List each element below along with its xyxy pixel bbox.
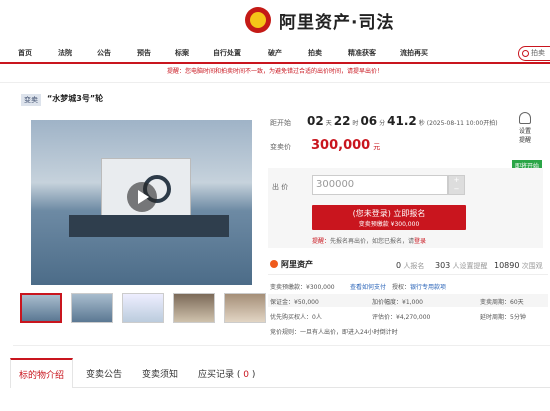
item-title: “水梦城3号”轮 [47,94,104,103]
thumbnail-3[interactable] [122,293,164,323]
item-main-image[interactable] [31,120,252,285]
bell-icon [519,112,531,124]
countdown-label: 距开始 [270,119,291,127]
nav-previews[interactable]: 预告 [137,48,151,58]
thumbnail-1[interactable] [20,293,62,323]
nav-precise-leads[interactable]: 精准获客 [348,48,376,58]
proxy-label: 授权： [392,284,411,291]
set-reminder-button[interactable]: 设置 提醒 [510,112,540,144]
main-nav: 首页 法院 公告 预告 标案 自行处置 破产 拍卖 精准获客 流拍再买 [0,44,550,64]
deposit-info: 变卖预缴款：¥300,000 [270,284,335,291]
boat-hull [69,215,229,237]
bank-link[interactable]: 银行专用款项 [410,282,446,291]
countdown: 距开始 02 天 22 时 06 分 41.2 秒 (2025-08-11 10… [270,114,498,132]
price-label: 变卖价 [270,143,291,151]
tab-item-intro[interactable]: 标的物介绍 [10,358,74,388]
countdown-seconds: 41.2 [387,114,417,128]
divider [0,82,550,83]
time-mismatch-notice: 提醒：您电脑时间和拍卖时间不一致，为避免错过合适的出价时间，请提早出价！ [166,68,383,75]
seller-bar: 阿里资产 0 人报名 303 人设置提醒 10890 次围观 [268,256,548,275]
margin-info: 保证金：¥50,000 [270,299,319,306]
reminder-label-2: 提醒 [518,137,531,144]
countdown-seconds-unit: 秒 [418,120,425,127]
bid-increase-button[interactable]: + [449,176,464,185]
thumbnail-5[interactable] [224,293,266,323]
nav-courts[interactable]: 法院 [58,48,72,58]
bid-label: 出 价 [272,183,289,191]
rule-info: 竞价规则：一旦有人出价，即进入24小时倒计时 [270,329,398,336]
sale-type-tag: 变卖 [21,94,41,106]
price-unit: 元 [373,143,381,151]
login-tip: 提醒：先报名再出价，如您已报名，请登录 [312,236,426,245]
brand-logo[interactable]: 阿里资产·司法 [245,3,394,37]
countdown-hours: 22 [333,114,351,128]
nav-cases[interactable]: 标案 [175,48,189,58]
nav-home[interactable]: 首页 [18,48,32,58]
tip-prefix: 提醒： [312,238,331,245]
priority-info: 优先购买权人：0人 [270,314,322,321]
seller-name[interactable]: 阿里资产 [270,259,313,270]
thumbnail-4[interactable] [173,293,215,323]
bid-decrease-button[interactable]: − [449,185,464,194]
search-input[interactable]: 拍卖 [518,46,550,61]
views-stat: 10890 次围观 [494,261,543,270]
tab-sale-notice[interactable]: 变卖公告 [86,367,122,380]
nav-relist[interactable]: 流拍再买 [400,48,428,58]
tab-bid-records[interactable]: 应买记录 ( 0 ) [198,367,255,380]
tip-text: 先报名再出价，如您已报名，请 [330,238,415,245]
register-deposit-label: 变卖预缴款 ¥300,000 [358,221,420,228]
thumbnail-strip [20,293,266,325]
brand-name: 阿里资产·司法 [279,12,395,33]
delay-info: 延时周期：5分钟 [480,314,526,321]
nav-self-disposal[interactable]: 自行处置 [213,48,241,58]
assess-info: 评估价：¥4,270,000 [372,314,431,321]
section-divider [13,345,550,346]
reminders-stat: 303 人设置提醒 [435,261,488,270]
reminder-label-1: 设置 [518,128,531,135]
countdown-hours-unit: 时 [352,120,359,127]
auction-start-date: (2025-08-11 10:00开拍) [426,120,498,127]
increment-info: 加价幅度：¥1,000 [372,299,423,306]
nav-notices[interactable]: 公告 [97,48,111,58]
countdown-days-unit: 天 [325,120,332,127]
register-button[interactable]: (您未登录) 立即报名 变卖预缴款 ¥300,000 [312,205,466,230]
login-link[interactable]: 登录 [414,238,426,245]
countdown-minutes-unit: 分 [379,120,386,127]
tab-sale-terms[interactable]: 变卖须知 [142,367,178,380]
bid-stepper: + − [448,175,465,195]
nav-bankruptcy[interactable]: 破产 [268,48,282,58]
detail-tabs: 标的物介绍 变卖公告 变卖须知 应买记录 ( 0 ) [10,358,550,388]
countdown-days: 02 [307,114,324,128]
register-button-label: (您未登录) 立即报名 [352,209,426,218]
price-block: 变卖价 300,000 元 [270,138,380,153]
pay-howto-link[interactable]: 查看如何支付 [350,282,386,291]
court-emblem-icon [245,7,271,33]
nav-auction[interactable]: 拍卖 [308,48,322,58]
bid-amount-input[interactable]: 300000 [312,175,448,195]
period-info: 变卖周期：60天 [480,299,524,306]
price-value: 300,000 [311,138,371,153]
applicants-stat: 0 人报名 [396,261,425,270]
thumbnail-2[interactable] [71,293,113,323]
play-video-icon[interactable] [127,182,157,212]
countdown-minutes: 06 [360,114,378,128]
